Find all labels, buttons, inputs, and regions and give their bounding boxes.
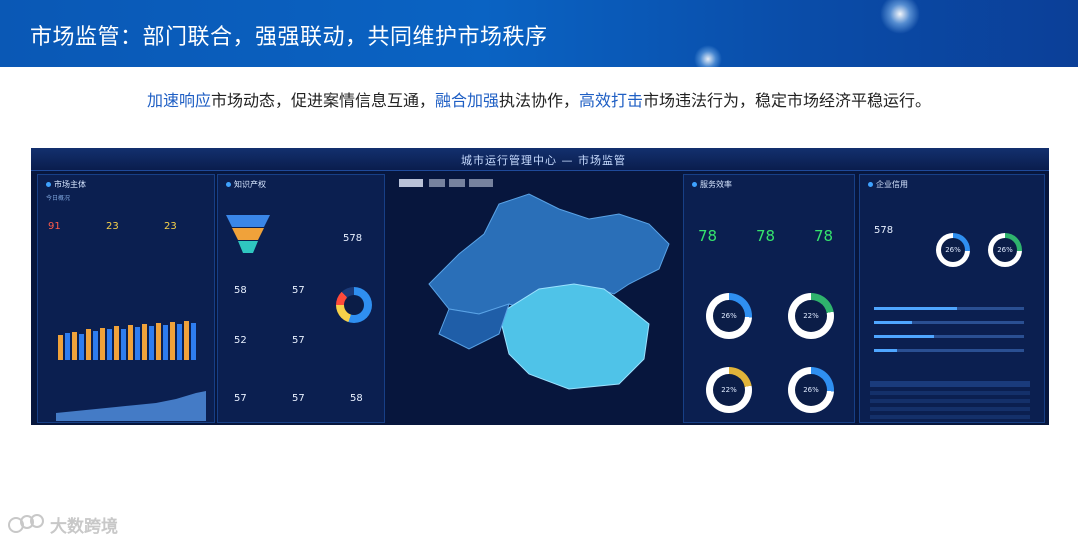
subtitle-highlight: 融合加强	[434, 91, 499, 110]
panel-market-entity: 市场主体 今日概况 91 23 23	[37, 174, 215, 423]
stat-value: 78	[756, 227, 776, 245]
subtitle-highlight: 高效打击	[579, 91, 644, 110]
subtitle: 加速响应市场动态，促进案情信息互通，融合加强执法协作，高效打击市场违法行为，稳定…	[0, 87, 1078, 111]
chart-bar	[191, 323, 196, 360]
progress-ring: 26%	[706, 293, 752, 339]
progress-ring: 26%	[988, 233, 1022, 267]
watermark-text: 大数跨境	[50, 516, 118, 537]
stat-value: 23	[106, 221, 119, 232]
header-banner: 市场监管：部门联合，强强联动，共同维护市场秩序	[0, 0, 1078, 67]
chart-bar	[156, 323, 161, 360]
stat-value: 78	[814, 227, 834, 245]
bar-chart	[58, 315, 198, 360]
dashboard-title: 城市运行管理中心 — 市场监管	[461, 154, 626, 167]
stat-value: 578	[874, 225, 894, 236]
chart-bar	[121, 328, 126, 360]
stat-value: 91	[48, 221, 61, 232]
chart-bar	[58, 335, 63, 360]
panel-title: 服务效率	[692, 179, 732, 190]
stat-value: 57	[292, 335, 305, 346]
panel-service: 服务效率 78 78 78 26% 22% 22% 26%	[683, 174, 855, 423]
progress-ring: 22%	[706, 367, 752, 413]
stat-value: 57	[234, 393, 247, 404]
chart-bar	[100, 327, 105, 360]
chart-bar	[107, 329, 112, 360]
chart-bar	[65, 333, 70, 360]
stat-value: 78	[698, 227, 718, 245]
stat-value: 58	[350, 393, 363, 404]
panel-title: 市场主体	[46, 179, 86, 190]
subtitle-text: 执法协作，	[499, 91, 580, 110]
subtitle-text: 市场动态，促进案情信息互通，	[210, 91, 435, 110]
progress-ring: 26%	[788, 367, 834, 413]
progress-bar	[874, 335, 1024, 338]
stat-value: 57	[292, 393, 305, 404]
chart-bar	[163, 324, 168, 360]
chart-bar	[184, 321, 189, 360]
chart-bar	[149, 325, 154, 360]
stat-value: 58	[234, 285, 247, 296]
subtitle-text: 市场违法行为，稳定市场经济平稳运行。	[643, 91, 932, 110]
page-title: 市场监管：部门联合，强强联动，共同维护市场秩序	[30, 25, 548, 50]
dashboard-header: 城市运行管理中心 — 市场监管	[31, 148, 1049, 171]
progress-bar	[874, 349, 1024, 352]
stat-value: 57	[292, 285, 305, 296]
brand-logo-icon	[8, 513, 46, 535]
stat-value: 578	[343, 233, 363, 244]
chart-bar	[170, 321, 175, 360]
data-table	[870, 381, 1030, 419]
stat-value: 23	[164, 221, 177, 232]
donut-chart	[336, 287, 372, 323]
progress-ring: 26%	[936, 233, 970, 267]
watermark: 大数跨境	[8, 513, 118, 537]
chart-bar	[128, 324, 133, 360]
light-flare	[694, 45, 722, 67]
panel-subtitle: 今日概况	[46, 195, 71, 202]
chart-bar	[93, 330, 98, 360]
chart-bar	[142, 324, 147, 360]
light-flare	[880, 0, 920, 34]
panel-credit: 企业信用 578 26% 26%	[859, 174, 1045, 423]
area-chart	[56, 391, 206, 421]
region-map	[399, 179, 670, 390]
funnel-chart	[226, 215, 270, 253]
progress-bar	[874, 321, 1024, 324]
panel-ip: 知识产权 578 58 57 52 57 57 57 58	[217, 174, 385, 423]
subtitle-highlight: 加速响应	[146, 91, 211, 110]
dashboard-screenshot: 城市运行管理中心 — 市场监管 市场主体 今日概况 91 23 23 知识产权 …	[31, 148, 1049, 425]
progress-ring: 22%	[788, 293, 834, 339]
chart-bar	[114, 326, 119, 360]
chart-bar	[86, 328, 91, 360]
panel-title: 知识产权	[226, 179, 266, 190]
panel-title: 企业信用	[868, 179, 908, 190]
chart-bar	[72, 332, 77, 360]
progress-bar	[874, 307, 1024, 310]
chart-bar	[79, 333, 84, 360]
chart-bar	[177, 324, 182, 360]
stat-value: 52	[234, 335, 247, 346]
chart-bar	[135, 326, 140, 360]
